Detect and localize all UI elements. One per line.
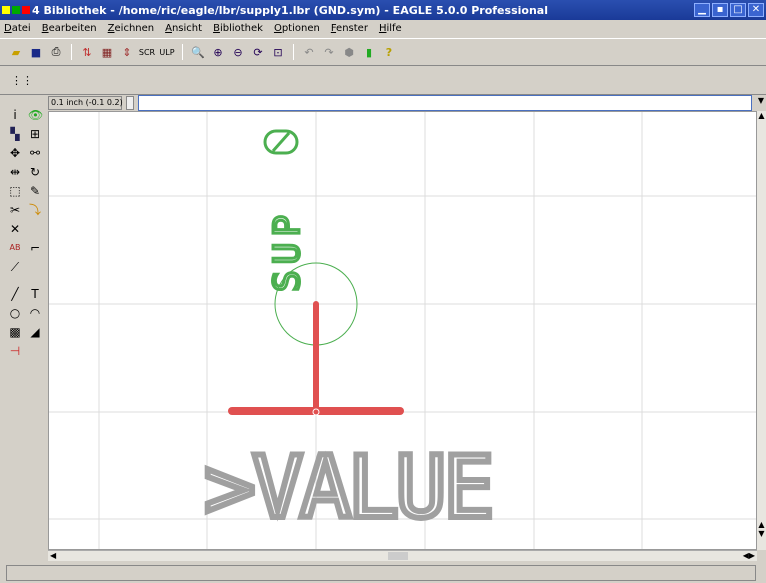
mirror-icon[interactable]: ⇹ (8, 165, 22, 179)
arc-icon[interactable]: ◠ (28, 306, 42, 320)
ulp-icon[interactable]: ULP (159, 44, 175, 60)
delete-icon[interactable]: ✕ (8, 222, 22, 236)
scroll-down-icon[interactable]: ▲ ▼ (757, 520, 766, 550)
zoom-redraw-icon[interactable]: ⟳ (250, 44, 266, 60)
polygon-icon[interactable]: ◢ (28, 325, 42, 339)
rect-icon[interactable]: ▩ (8, 325, 22, 339)
menu-bar: Datei Bearbeiten Zeichnen Ansicht Biblio… (0, 20, 766, 36)
grid-icon[interactable]: ⋮⋮ (11, 73, 33, 89)
circle-icon[interactable]: ○ (8, 306, 22, 320)
zoom-select-icon[interactable]: ⊡ (270, 44, 286, 60)
scroll-left-icon[interactable]: ◀ (50, 551, 56, 560)
zoom-in-icon[interactable]: ⊕ (210, 44, 226, 60)
command-input[interactable] (138, 95, 752, 111)
chevron-down-icon[interactable]: ▼ (756, 96, 766, 110)
show-icon[interactable]: 👁 (28, 108, 43, 122)
paste-icon[interactable]: ⤵ (28, 203, 42, 217)
zoom-fit-icon[interactable]: 🔍 (190, 44, 206, 60)
schematic-icon[interactable]: ⇅ (79, 44, 95, 60)
main-toolbar: ▰ ■ ⎙ ⇅ ▦ ⇕ SCR ULP 🔍 ⊕ ⊖ ⟳ ⊡ ↶ ↷ ⬢ ▮ ? (0, 38, 766, 66)
redo-icon[interactable]: ↷ (321, 44, 337, 60)
library-icon[interactable]: ⇕ (119, 44, 135, 60)
mark-icon[interactable]: ⊞ (28, 127, 42, 141)
sup-label: SUP (267, 209, 308, 292)
title-bar: 4 Bibliothek - /home/ric/eagle/lbr/suppl… (0, 0, 766, 20)
move-icon[interactable]: ✥ (8, 146, 22, 160)
menu-zeichnen[interactable]: Zeichnen (108, 23, 154, 34)
save-icon[interactable]: ■ (28, 44, 44, 60)
coordinate-toggle[interactable] (126, 96, 134, 110)
ground-symbol-icon (263, 129, 299, 155)
change-icon[interactable]: ✎ (28, 184, 42, 198)
info-icon[interactable]: i (8, 108, 22, 122)
print-icon[interactable]: ⎙ (48, 44, 64, 60)
pin-icon[interactable]: ⊣ (8, 344, 22, 358)
menu-optionen[interactable]: Optionen (274, 23, 320, 34)
name-icon[interactable]: AB (8, 241, 22, 255)
maximize-button[interactable]: ▪ (712, 3, 728, 17)
menu-bearbeiten[interactable]: Bearbeiten (42, 23, 97, 34)
grid-toolbar: ⋮⋮ (0, 67, 766, 95)
menu-bibliothek[interactable]: Bibliothek (213, 23, 263, 34)
wire-icon[interactable]: ╱ (8, 287, 22, 301)
cut-icon[interactable]: ✂ (8, 203, 22, 217)
open-icon[interactable]: ▰ (8, 44, 24, 60)
scroll-thumb[interactable] (388, 552, 408, 560)
coordinate-display: 0.1 inch (-0.1 0.2) (48, 96, 123, 110)
minimize-button[interactable]: ▁ (694, 3, 710, 17)
symbol-drawing: SUP >VALUE (49, 112, 756, 549)
scroll-up-icon[interactable]: ▲ (757, 111, 766, 121)
value-label: >VALUE (204, 438, 491, 538)
menu-datei[interactable]: Datei (4, 23, 31, 34)
display-icon[interactable]: ▚ (8, 127, 22, 141)
group-icon[interactable]: ⬚ (8, 184, 22, 198)
zoom-out-icon[interactable]: ⊖ (230, 44, 246, 60)
app-icon (2, 2, 32, 18)
undo-icon[interactable]: ↶ (301, 44, 317, 60)
split-icon[interactable]: ⟋ (8, 260, 22, 274)
close-button[interactable]: ✕ (748, 3, 764, 17)
scroll-right-icon[interactable]: ◀▶ (743, 551, 755, 560)
command-palette: i 👁 ▚ ⊞ ✥ ⚯ ⇹ ↻ ⬚ ✎ ✂ ⤵ ✕ AB ⌐ ⟋ ╱ T ○ ◠ ▩ ◢ ⊣ (0, 95, 48, 555)
help-icon[interactable]: ? (381, 44, 397, 60)
board-icon[interactable]: ▦ (99, 44, 115, 60)
menu-hilfe[interactable]: Hilfe (379, 23, 402, 34)
menu-ansicht[interactable]: Ansicht (165, 23, 202, 34)
drawing-canvas[interactable]: SUP >VALUE (48, 111, 757, 550)
eagle-window: 4 Bibliothek - /home/ric/eagle/lbr/suppl… (0, 0, 766, 583)
script-icon[interactable]: SCR (139, 44, 155, 60)
horizontal-scrollbar[interactable]: ◀ ◀▶ (48, 550, 757, 561)
stop-icon[interactable]: ⬢ (341, 44, 357, 60)
miter-icon[interactable]: ⌐ (28, 241, 42, 255)
text-icon[interactable]: T (28, 287, 42, 301)
status-bar (6, 565, 756, 581)
go-icon[interactable]: ▮ (361, 44, 377, 60)
restore-button[interactable]: □ (730, 3, 746, 17)
menu-fenster[interactable]: Fenster (331, 23, 368, 34)
copy-icon[interactable]: ⚯ (28, 146, 42, 160)
vertical-scrollbar[interactable]: ▲ ▲ ▼ (757, 111, 766, 550)
rotate-icon[interactable]: ↻ (28, 165, 42, 179)
window-title: 4 Bibliothek - /home/ric/eagle/lbr/suppl… (32, 3, 548, 17)
coordinate-row: 0.1 inch (-0.1 0.2) ▼ (48, 95, 766, 111)
